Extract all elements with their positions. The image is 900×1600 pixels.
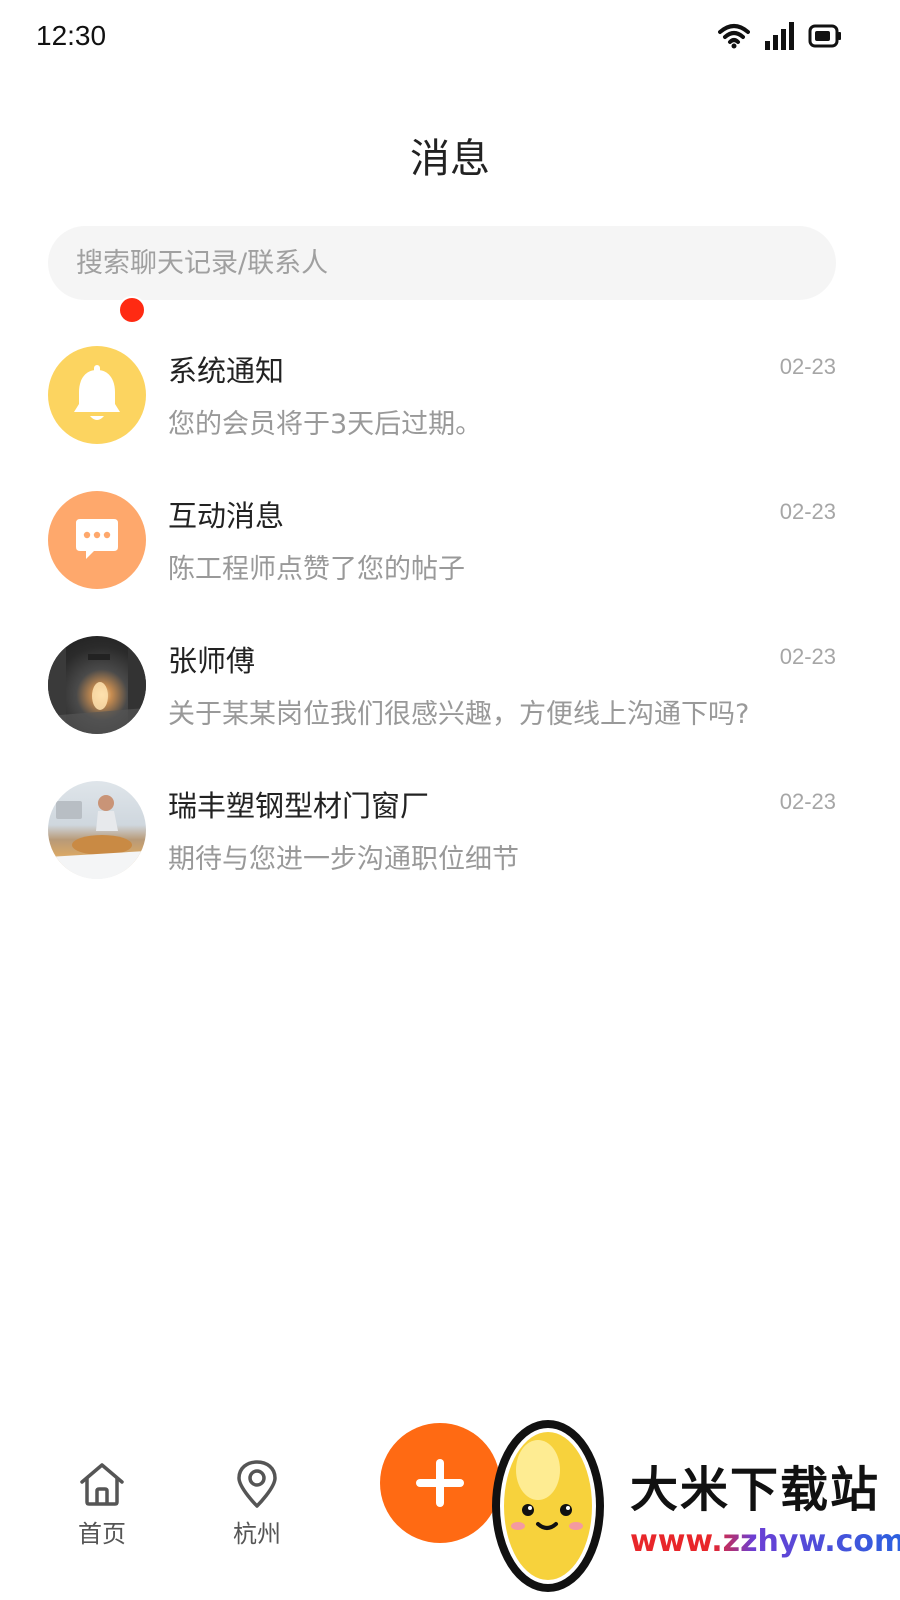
wifi-icon bbox=[718, 24, 750, 49]
home-icon bbox=[80, 1463, 124, 1506]
avatar-photo bbox=[48, 636, 146, 734]
conversation-name: 系统通知 bbox=[168, 354, 285, 388]
plus-icon-vertical bbox=[436, 1459, 444, 1507]
conversation-preview: 陈工程师点赞了您的帖子 bbox=[168, 554, 465, 585]
conversation-item-ruifeng[interactable]: 瑞丰塑钢型材门窗厂 02-23 期待与您进一步沟通职位细节 bbox=[0, 775, 900, 920]
bell-icon bbox=[74, 365, 120, 420]
conversation-date: 02-23 bbox=[779, 789, 836, 814]
interaction-avatar bbox=[48, 491, 146, 589]
conversation-date: 02-23 bbox=[779, 644, 836, 669]
tab-home-label: 首页 bbox=[78, 1520, 126, 1548]
watermark-title: 大米下载站 bbox=[630, 1462, 881, 1518]
tab-city-label: 杭州 bbox=[233, 1520, 281, 1548]
system-notice-avatar bbox=[48, 346, 146, 444]
signal-icon bbox=[765, 22, 794, 50]
search-input[interactable] bbox=[76, 226, 816, 300]
watermark-url: www.zzhyw.com bbox=[630, 1524, 900, 1559]
page-title: 消息 bbox=[410, 136, 490, 182]
status-time: 12:30 bbox=[36, 20, 107, 51]
avatar-photo bbox=[48, 795, 146, 879]
conversation-date: 02-23 bbox=[779, 499, 836, 524]
add-post-button[interactable] bbox=[380, 1423, 500, 1543]
conversation-preview: 您的会员将于3天后过期。 bbox=[168, 409, 483, 440]
search-bar[interactable] bbox=[48, 226, 836, 300]
conversation-name: 张师傅 bbox=[168, 644, 256, 678]
company-avatar bbox=[48, 781, 146, 879]
tab-home[interactable]: 首页 bbox=[52, 1458, 152, 1549]
conversation-name: 瑞丰塑钢型材门窗厂 bbox=[168, 789, 430, 823]
user-avatar bbox=[48, 636, 146, 734]
conversation-date: 02-23 bbox=[779, 354, 836, 379]
conversation-item-interaction[interactable]: 互动消息 02-23 陈工程师点赞了您的帖子 bbox=[0, 485, 900, 630]
status-bar: 12:30 bbox=[0, 0, 900, 80]
battery-icon bbox=[808, 24, 841, 48]
watermark: 大米下载站 www.zzhyw.com bbox=[484, 1410, 900, 1595]
conversation-preview: 关于某某岗位我们很感兴趣，方便线上沟通下吗? bbox=[168, 699, 750, 730]
status-icons bbox=[718, 22, 842, 50]
mascot-logo bbox=[492, 1420, 604, 1592]
conversation-preview: 期待与您进一步沟通职位细节 bbox=[168, 844, 519, 875]
conversation-item-system[interactable]: 系统通知 02-23 您的会员将于3天后过期。 bbox=[0, 340, 900, 485]
chat-bubble-icon bbox=[76, 519, 118, 559]
unread-badge bbox=[118, 296, 146, 324]
tab-city[interactable]: 杭州 bbox=[207, 1458, 307, 1549]
conversation-item-zhang[interactable]: 张师傅 02-23 关于某某岗位我们很感兴趣，方便线上沟通下吗? bbox=[0, 630, 900, 775]
conversation-name: 互动消息 bbox=[168, 499, 285, 533]
conversation-list: 系统通知 02-23 您的会员将于3天后过期。 互动消息 02-23 陈工程师点… bbox=[0, 340, 900, 920]
location-pin-icon bbox=[237, 1460, 277, 1508]
